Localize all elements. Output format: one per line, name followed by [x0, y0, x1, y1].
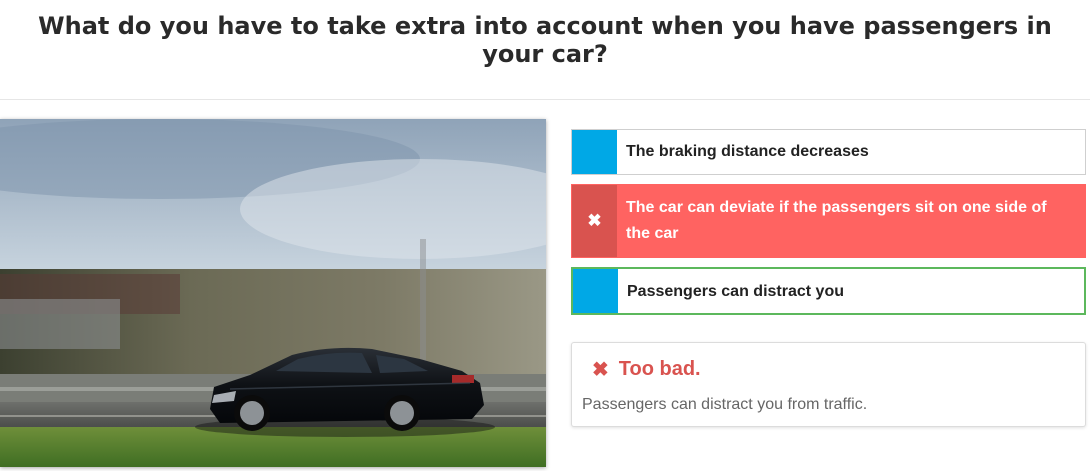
answer-marker-1 [572, 130, 617, 174]
answer-option-1[interactable]: The braking distance decreases [571, 129, 1086, 175]
feedback-message: Passengers can distract you from traffic… [582, 396, 868, 413]
feedback-header: ✖ Too bad. [592, 357, 701, 382]
feedback-title: Too bad. [618, 358, 701, 380]
wrong-mark-icon: ✖ [572, 185, 617, 257]
answer-option-2[interactable]: ✖ The car can deviate if the passengers … [571, 184, 1086, 258]
feedback-x-icon: ✖ [592, 359, 609, 381]
header-divider [0, 99, 1090, 100]
question-title: What do you have to take extra into acco… [38, 12, 1052, 68]
feedback-panel: ✖ Too bad. Passengers can distract you f… [571, 342, 1086, 427]
answer-label-3: Passengers can distract you [627, 283, 844, 300]
answer-list: The braking distance decreases ✖ The car… [571, 129, 1086, 324]
answer-option-3[interactable]: Passengers can distract you [571, 267, 1086, 315]
question-photo [0, 119, 546, 467]
car-photo-icon [0, 119, 546, 467]
answer-label-2: The car can deviate if the passengers si… [626, 199, 1047, 242]
answer-marker-3 [573, 269, 618, 313]
answer-label-1: The braking distance decreases [626, 143, 869, 160]
